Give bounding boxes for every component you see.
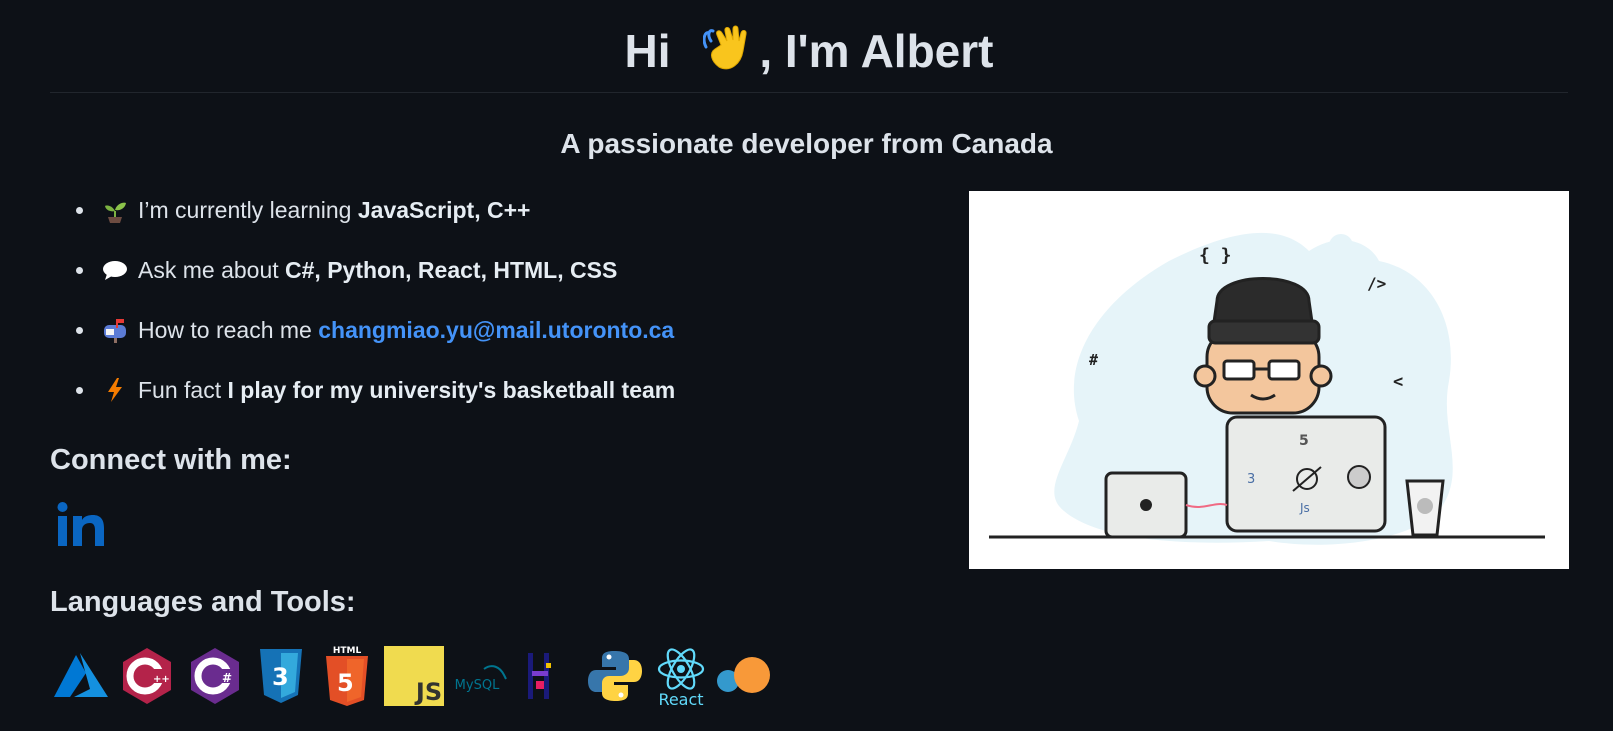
list-item: How to reach me changmiao.yu@mail.utoron… xyxy=(74,310,675,370)
fact-text: Fun fact xyxy=(138,377,228,403)
waving-hand-icon xyxy=(702,6,755,70)
connect-heading: Connect with me: xyxy=(50,444,292,476)
svg-text:/>: /> xyxy=(1367,274,1386,293)
svg-text:5: 5 xyxy=(1299,433,1309,449)
javascript-icon[interactable]: JS xyxy=(383,645,445,707)
mysql-label: MySQL xyxy=(455,678,500,693)
fact-bold: I play for my university's basketball te… xyxy=(227,377,676,403)
linkedin-icon[interactable] xyxy=(56,500,106,550)
page-title: Hi , I'm Albert xyxy=(50,0,1568,93)
developer-illustration: { } /> # < 5 3 Js xyxy=(969,191,1569,569)
title-prefix: Hi xyxy=(624,25,684,77)
python-icon[interactable] xyxy=(584,645,646,707)
mailbox-icon xyxy=(102,315,128,343)
svg-text:5: 5 xyxy=(337,669,354,697)
mysql-icon[interactable]: MySQL xyxy=(448,645,510,707)
javascript-label: JS xyxy=(414,678,442,706)
cplusplus-icon[interactable]: ++ xyxy=(116,645,178,707)
fact-bold: C#, Python, React, HTML, CSS xyxy=(285,257,618,283)
fact-bold: JavaScript, C++ xyxy=(357,197,531,223)
svg-text:<: < xyxy=(1393,372,1403,392)
svg-text:3: 3 xyxy=(1247,472,1255,487)
list-item: Ask me about C#, Python, React, HTML, CS… xyxy=(74,250,675,310)
svg-text:++: ++ xyxy=(153,674,170,685)
title-suffix: , I'm Albert xyxy=(759,25,994,77)
csharp-icon[interactable]: # xyxy=(184,645,246,707)
list-item: Fun fact I play for my university's bask… xyxy=(74,370,675,430)
languages-heading: Languages and Tools: xyxy=(50,586,356,618)
seedling-icon xyxy=(102,195,128,223)
svg-text:#: # xyxy=(222,671,232,685)
pycharm-icon[interactable] xyxy=(516,645,578,707)
list-item: I’m currently learning JavaScript, C++ xyxy=(74,190,675,250)
email-link[interactable]: changmiao.yu@mail.utoronto.ca xyxy=(318,317,674,343)
css3-icon[interactable]: 3 xyxy=(250,645,312,707)
svg-text:#: # xyxy=(1089,351,1098,369)
svg-text:Js: Js xyxy=(1299,501,1310,515)
subtitle: A passionate developer from Canada xyxy=(560,128,1053,159)
html5-label: HTML xyxy=(333,646,362,656)
fact-text: How to reach me xyxy=(138,317,319,343)
speech-bubble-icon xyxy=(102,255,128,281)
lightning-icon xyxy=(102,375,128,402)
react-icon[interactable]: React xyxy=(650,645,712,709)
fact-text: Ask me about xyxy=(138,257,286,283)
html5-icon[interactable]: HTML 5 xyxy=(316,645,378,707)
svg-text:3: 3 xyxy=(272,663,289,691)
react-label: React xyxy=(658,690,703,707)
scikit-learn-icon[interactable] xyxy=(714,645,776,707)
svg-text:{ }: { } xyxy=(1199,245,1232,266)
facts-list: I’m currently learning JavaScript, C++ A… xyxy=(74,190,675,430)
fact-text: I’m currently learning xyxy=(138,197,358,223)
azure-icon[interactable] xyxy=(50,645,112,707)
